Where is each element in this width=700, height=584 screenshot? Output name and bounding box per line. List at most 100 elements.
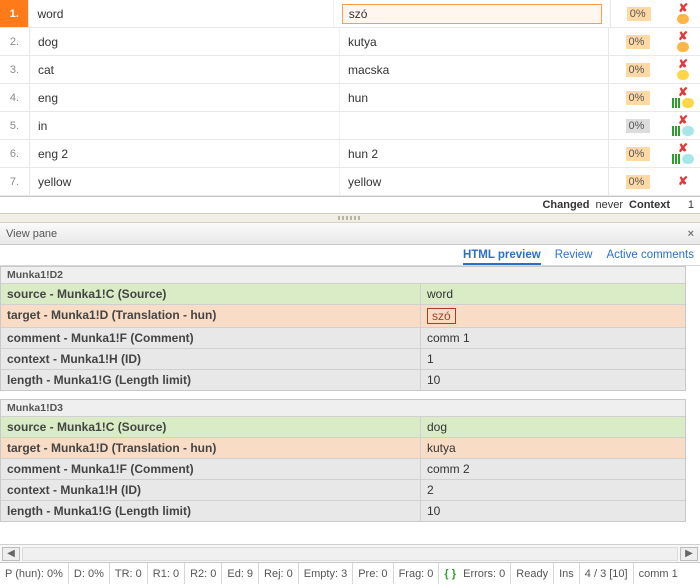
comment-bubble-icon[interactable]: [682, 126, 694, 136]
block-value[interactable]: 10: [421, 370, 685, 390]
target-edit-field[interactable]: szó: [427, 308, 456, 324]
row-icons: ✘: [666, 84, 700, 111]
target-cell[interactable]: macska: [340, 56, 608, 83]
horizontal-scrollbar[interactable]: ◀ ▶: [0, 544, 700, 562]
grid-row[interactable]: 5.in0%✘: [0, 112, 700, 140]
context-label: Context: [629, 199, 670, 211]
grid-row[interactable]: 4.enghun0%✘: [0, 84, 700, 112]
target-cell[interactable]: hun: [340, 84, 608, 111]
status-r2: R2: 0: [185, 563, 222, 584]
row-number[interactable]: 5.: [0, 112, 30, 139]
preview-block: Munka1!D2source - Munka1!C (Source)wordt…: [0, 266, 686, 391]
block-value[interactable]: 2: [421, 480, 685, 500]
viewpane-tabs: HTML preview Review Active comments: [0, 245, 700, 265]
match-percent: 0%: [608, 56, 666, 83]
status-d: D: 0%: [69, 563, 110, 584]
block-key: source - Munka1!C (Source): [1, 417, 421, 437]
progress-bars-icon: [672, 154, 680, 164]
translation-grid: 1.wordszó0%✘2.dogkutya0%✘3.catmacska0%✘4…: [0, 0, 700, 197]
braces-icon: { }: [444, 568, 456, 580]
error-x-icon[interactable]: ✘: [678, 176, 688, 186]
grid-row[interactable]: 7.yellowyellow0%✘: [0, 168, 700, 196]
error-x-icon[interactable]: ✘: [678, 115, 688, 125]
preview-panel[interactable]: Munka1!D2source - Munka1!C (Source)wordt…: [0, 265, 700, 544]
close-icon[interactable]: ×: [688, 228, 694, 240]
tab-review[interactable]: Review: [555, 249, 593, 265]
row-number[interactable]: 6.: [0, 140, 30, 167]
row-icons: ✘: [666, 140, 700, 167]
scroll-left-button[interactable]: ◀: [2, 547, 20, 561]
error-x-icon[interactable]: ✘: [678, 87, 688, 97]
tab-html-preview[interactable]: HTML preview: [463, 249, 541, 265]
error-x-icon[interactable]: ✘: [678, 59, 688, 69]
status-ed: Ed: 9: [222, 563, 259, 584]
scroll-right-button[interactable]: ▶: [680, 547, 698, 561]
block-row: source - Munka1!C (Source)word: [1, 284, 685, 305]
source-cell[interactable]: eng: [30, 84, 340, 111]
status-comm: comm 1: [634, 563, 683, 584]
grid-row[interactable]: 2.dogkutya0% ✘: [0, 28, 700, 56]
block-value[interactable]: word: [421, 284, 685, 304]
status-errors: { } Errors: 0: [439, 563, 511, 584]
target-cell[interactable]: yellow: [340, 168, 608, 195]
source-cell[interactable]: cat: [30, 56, 340, 83]
comment-bubble-icon[interactable]: [677, 14, 689, 24]
row-number[interactable]: 3.: [0, 56, 30, 83]
block-value[interactable]: dog: [421, 417, 685, 437]
target-cell[interactable]: [340, 112, 608, 139]
grid-row[interactable]: 3.catmacska0% ✘: [0, 56, 700, 84]
target-input[interactable]: szó: [342, 4, 602, 24]
row-icons: ✘: [666, 56, 700, 83]
source-cell[interactable]: word: [29, 0, 333, 27]
block-value[interactable]: szó: [421, 305, 685, 327]
progress-bars-icon: [672, 126, 680, 136]
target-cell[interactable]: szó: [334, 0, 610, 27]
error-x-icon[interactable]: ✘: [678, 143, 688, 153]
source-cell[interactable]: in: [30, 112, 340, 139]
status-ready: Ready: [511, 563, 554, 584]
tab-active-comments[interactable]: Active comments: [606, 249, 694, 265]
error-x-icon[interactable]: ✘: [678, 3, 688, 13]
match-percent: 0%: [608, 140, 666, 167]
comment-bubble-icon[interactable]: [677, 42, 689, 52]
scroll-track[interactable]: [22, 547, 678, 561]
target-cell[interactable]: hun 2: [340, 140, 608, 167]
source-cell[interactable]: eng 2: [30, 140, 340, 167]
status-r1: R1: 0: [148, 563, 185, 584]
splitter-handle[interactable]: [0, 213, 700, 223]
match-percent: 0%: [608, 28, 666, 55]
block-key: target - Munka1!D (Translation - hun): [1, 438, 421, 458]
status-frag: Frag: 0: [394, 563, 440, 584]
source-cell[interactable]: dog: [30, 28, 340, 55]
block-value[interactable]: comm 2: [421, 459, 685, 479]
block-key: length - Munka1!G (Length limit): [1, 370, 421, 390]
target-cell[interactable]: kutya: [340, 28, 608, 55]
block-row: comment - Munka1!F (Comment)comm 1: [1, 328, 685, 349]
grid-footer: Changed never Context 1: [0, 197, 700, 213]
block-value[interactable]: 10: [421, 501, 685, 521]
viewpane-title: View pane: [6, 228, 57, 240]
block-value[interactable]: comm 1: [421, 328, 685, 348]
block-row: length - Munka1!G (Length limit)10: [1, 370, 685, 390]
changed-label: Changed: [542, 199, 589, 211]
row-number[interactable]: 2.: [0, 28, 30, 55]
comment-bubble-icon[interactable]: [682, 154, 694, 164]
row-number[interactable]: 7.: [0, 168, 30, 195]
status-p: P (hun): 0%: [0, 563, 69, 584]
error-x-icon[interactable]: ✘: [678, 31, 688, 41]
row-number[interactable]: 1.: [0, 0, 29, 27]
grid-row[interactable]: 6.eng 2hun 20% ✘: [0, 140, 700, 168]
comment-bubble-icon[interactable]: [682, 98, 694, 108]
row-number[interactable]: 4.: [0, 84, 30, 111]
block-key: source - Munka1!C (Source): [1, 284, 421, 304]
block-value[interactable]: 1: [421, 349, 685, 369]
grid-row[interactable]: 1.wordszó0%✘: [0, 0, 700, 28]
block-key: length - Munka1!G (Length limit): [1, 501, 421, 521]
progress-bars-icon: [672, 98, 680, 108]
block-value[interactable]: kutya: [421, 438, 685, 458]
row-icons: ✘: [667, 0, 700, 27]
source-cell[interactable]: yellow: [30, 168, 340, 195]
preview-block: Munka1!D3source - Munka1!C (Source)dogta…: [0, 399, 686, 522]
comment-bubble-icon[interactable]: [677, 70, 689, 80]
block-row: target - Munka1!D (Translation - hun)kut…: [1, 438, 685, 459]
